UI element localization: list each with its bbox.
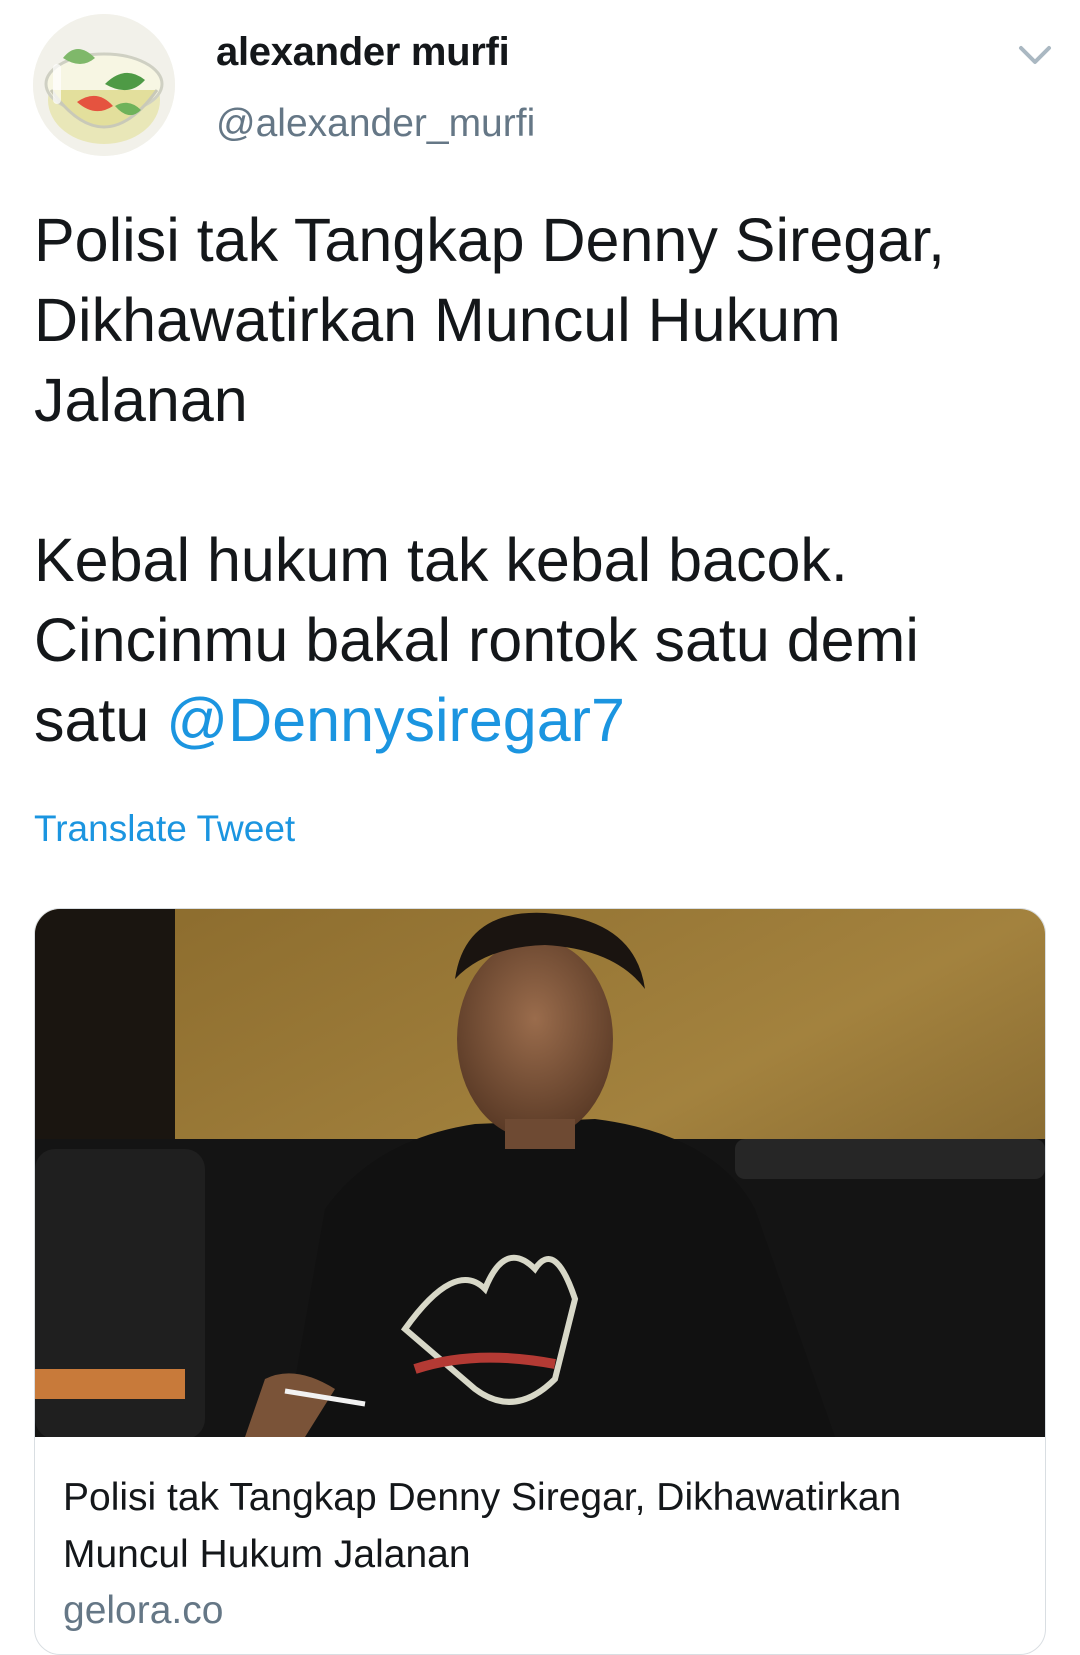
card-domain: gelora.co (63, 1589, 224, 1632)
article-photo[interactable] (35, 909, 1045, 1437)
card-title[interactable]: Polisi tak Tangkap Denny Siregar, Dikhaw… (63, 1469, 1023, 1583)
avatar[interactable] (33, 14, 175, 156)
tweet: alexander murfi @alexander_murfi Polisi … (0, 0, 1080, 1655)
user-handle[interactable]: @alexander_murfi (216, 102, 535, 146)
tweet-text: Polisi tak Tangkap Denny Siregar, Dikhaw… (34, 200, 1044, 760)
jelly-drink-avatar-icon (33, 14, 175, 156)
display-name[interactable]: alexander murfi (216, 30, 510, 75)
chevron-down-icon[interactable] (1015, 36, 1055, 76)
mention-link[interactable]: @Dennysiregar7 (166, 686, 625, 754)
tweet-paragraph-1: Polisi tak Tangkap Denny Siregar, Dikhaw… (34, 206, 946, 434)
link-card[interactable]: Polisi tak Tangkap Denny Siregar, Dikhaw… (34, 908, 1046, 1655)
translate-tweet-link[interactable]: Translate Tweet (34, 808, 295, 850)
